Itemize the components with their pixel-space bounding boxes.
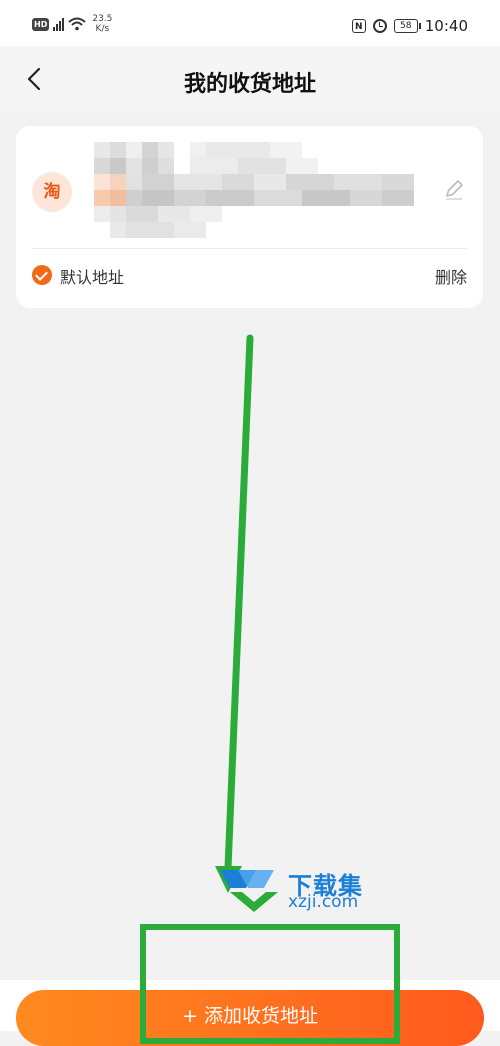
nfc-icon: N [351,19,366,33]
status-bar: HD 23.5 K/s N 58 10:40 [0,0,500,46]
card-divider [32,248,467,249]
signal-icon [53,17,65,31]
watermark-logo-icon [220,870,278,912]
watermark-url: xzji.com [288,892,359,912]
hd-badge: HD [32,17,50,31]
default-address-label: 默认地址 [60,268,125,287]
avatar: 淘 [32,172,72,212]
status-left: HD 23.5 K/s [32,14,112,34]
pencil-icon[interactable] [441,176,467,202]
network-speed: 23.5 K/s [92,14,112,34]
status-right: N 58 10:40 [351,17,468,35]
network-speed-value: 23.5 [92,14,113,24]
status-time: 10:40 [424,17,468,35]
address-card[interactable]: 淘 默认地址 删除 [16,126,483,308]
add-address-button[interactable]: + 添加收货地址 [16,990,484,1046]
watermark: 下载集 xzji.com [216,866,376,914]
default-address-checkbox[interactable] [32,265,52,285]
network-speed-unit: K/s [95,24,110,34]
alarm-icon [372,19,387,33]
battery-icon: 58 [393,19,421,33]
delete-button[interactable]: 删除 [435,264,467,288]
nav-bar: 我的收货地址 [0,46,500,112]
page-title: 我的收货地址 [183,72,316,97]
pixelated-address-info [94,142,424,238]
wifi-icon [68,17,87,31]
